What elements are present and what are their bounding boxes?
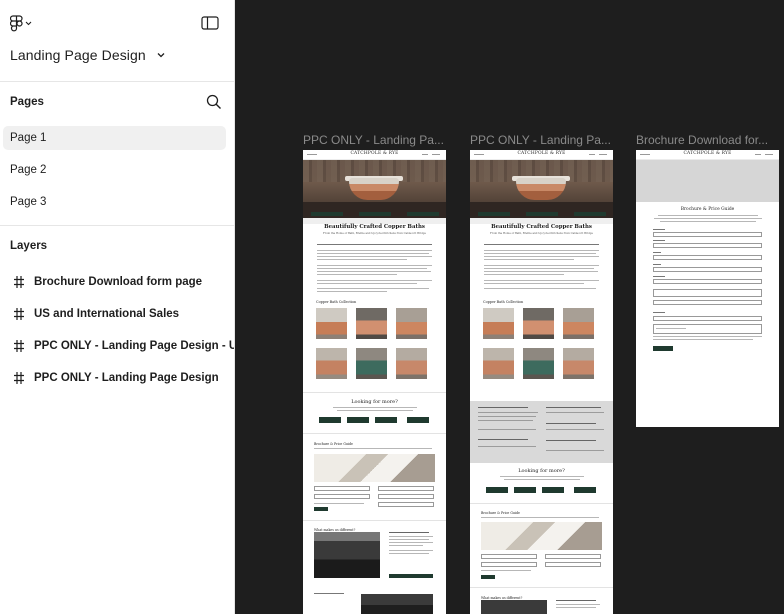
brochure-heading: Brochure & Price Guide xyxy=(680,207,735,212)
collection-title: Copper Bath Collection xyxy=(316,300,357,304)
frame-label-brochure[interactable]: Brochure Download for... xyxy=(636,133,778,147)
hero-image xyxy=(470,160,613,218)
layers-heading: Layers xyxy=(10,240,48,252)
frame-heading: Beautifully Crafted Copper Baths xyxy=(324,224,425,230)
file-name-dropdown[interactable]: Landing Page Design xyxy=(10,44,166,66)
frame-nav: CATCHPOLE & RYE xyxy=(470,150,613,160)
file-header: Landing Page Design xyxy=(0,0,234,82)
sidebar-divider xyxy=(0,225,234,226)
design-canvas[interactable]: PPC ONLY - Landing Pa... PPC ONLY - Land… xyxy=(235,0,784,614)
file-name: Landing Page Design xyxy=(10,47,146,63)
us-sales-section xyxy=(470,401,613,463)
brochure-hero-placeholder xyxy=(636,160,779,202)
frame-ppc-landing-us[interactable]: CATCHPOLE & RYE Beautifully Crafted Copp… xyxy=(470,150,613,614)
frame-brand: CATCHPOLE & RYE xyxy=(350,151,399,156)
guide-title: Brochure & Price Guide xyxy=(481,511,520,515)
sidebar-panel-icon[interactable] xyxy=(201,15,219,31)
main-menu-button[interactable] xyxy=(10,14,42,32)
layer-label: US and International Sales xyxy=(34,308,180,320)
frame-hash-icon xyxy=(14,276,24,288)
frame-label-ppc-us[interactable]: PPC ONLY - Landing Pa... xyxy=(470,133,612,147)
layer-label: Brochure Download form page xyxy=(34,276,203,288)
frame-hash-icon xyxy=(14,340,24,352)
left-sidebar: Landing Page Design Pages Page 1 Page 2 … xyxy=(0,0,235,614)
frame-heading: Beautifully Crafted Copper Baths xyxy=(491,224,592,230)
collection-title: Copper Bath Collection xyxy=(483,300,524,304)
frame-brand: CATCHPOLE & RYE xyxy=(517,151,566,156)
looking-title: Looking for more? xyxy=(351,399,398,405)
search-icon[interactable] xyxy=(206,94,222,110)
frame-brochure-download[interactable]: CATCHPOLE & RYE Brochure & Price Guide xyxy=(636,150,779,427)
looking-title: Looking for more? xyxy=(518,468,565,474)
layer-label: PPC ONLY - Landing Page Design xyxy=(34,372,219,384)
frame-nav: CATCHPOLE & RYE xyxy=(636,150,779,160)
frame-label-ppc[interactable]: PPC ONLY - Landing Pa... xyxy=(303,133,445,147)
chevron-down-icon xyxy=(25,21,32,25)
frame-hash-icon xyxy=(14,308,24,320)
guide-title: Brochure & Price Guide xyxy=(314,442,353,446)
layer-item-ppc-us[interactable]: PPC ONLY - Landing Page Design - US xyxy=(0,334,235,358)
layer-label: PPC ONLY - Landing Page Design - US xyxy=(34,340,235,352)
frame-brand: CATCHPOLE & RYE xyxy=(683,151,732,156)
figma-logo-icon xyxy=(10,14,23,31)
layer-item-brochure[interactable]: Brochure Download form page xyxy=(0,270,234,294)
hero-image xyxy=(303,160,446,218)
pages-heading: Pages xyxy=(10,96,44,108)
frame-subheading: From the Home of Bath, Brethe and Upcycl… xyxy=(323,232,426,235)
layer-item-us-international[interactable]: US and International Sales xyxy=(0,302,234,326)
frame-nav: CATCHPOLE & RYE xyxy=(303,150,446,160)
layer-item-ppc[interactable]: PPC ONLY - Landing Page Design xyxy=(0,366,234,390)
chevron-down-icon xyxy=(157,53,165,58)
page-item-1[interactable]: Page 1 xyxy=(3,126,226,150)
page-item-3[interactable]: Page 3 xyxy=(3,190,226,214)
frame-ppc-landing[interactable]: CATCHPOLE & RYE Beautifully Crafted Copp… xyxy=(303,150,446,614)
frame-subheading: From the Home of Bath, Brethe and Upcycl… xyxy=(490,232,593,235)
frame-hash-icon xyxy=(14,372,24,384)
page-item-2[interactable]: Page 2 xyxy=(3,158,226,182)
